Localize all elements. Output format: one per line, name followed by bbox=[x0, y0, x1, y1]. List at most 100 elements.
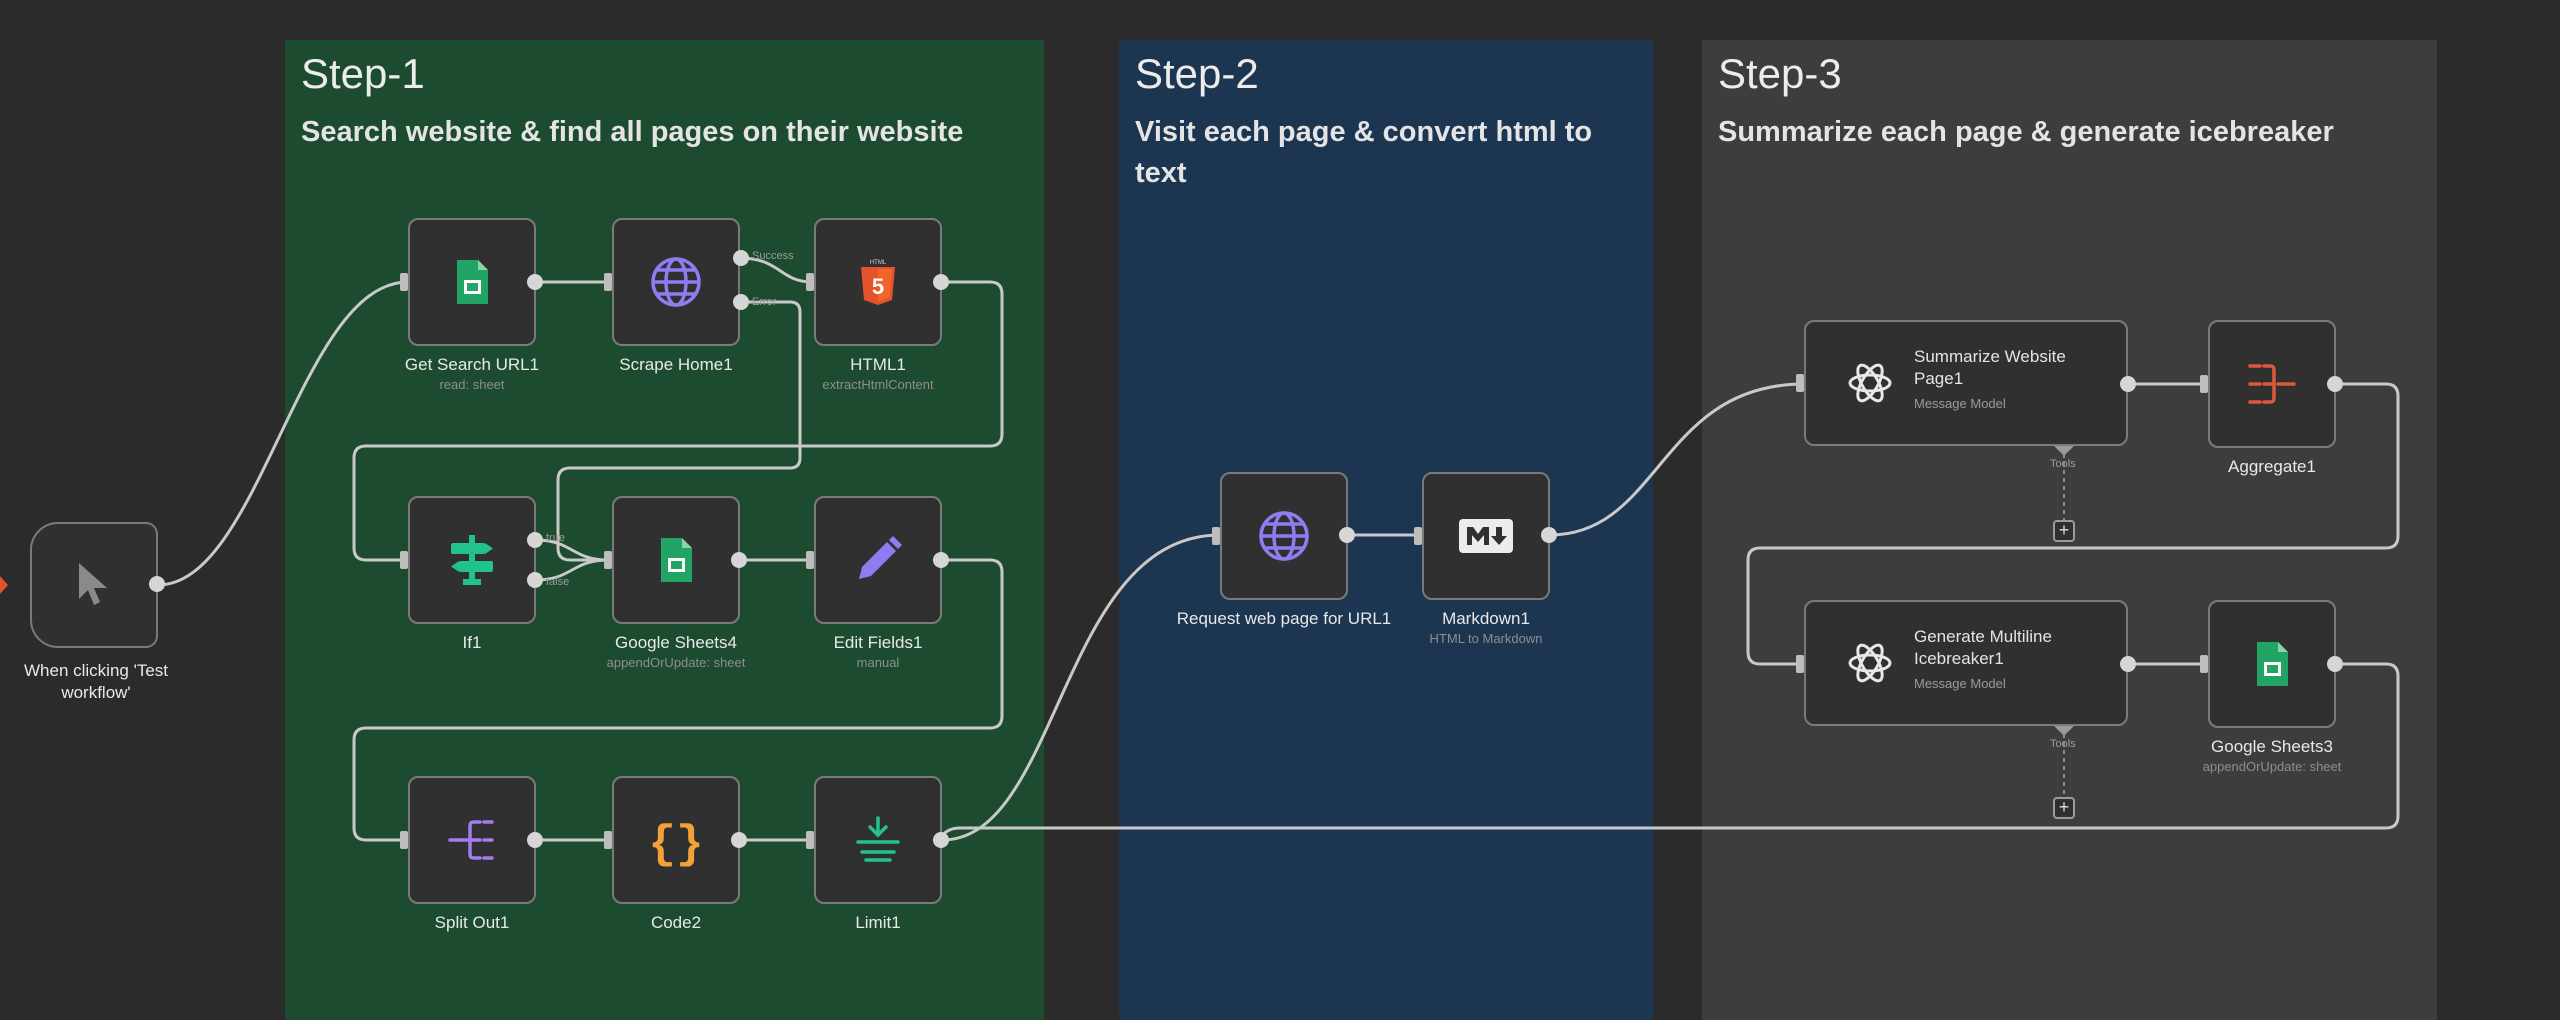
output-port[interactable] bbox=[933, 552, 949, 568]
node-name: Google Sheets4 bbox=[615, 633, 737, 652]
output-port-success[interactable] bbox=[733, 250, 749, 266]
step-1-title: Step-1 bbox=[301, 50, 425, 97]
node-aggregate1[interactable] bbox=[2208, 320, 2336, 448]
add-tool-button[interactable]: + bbox=[2053, 797, 2075, 819]
node-subtitle: HTML to Markdown bbox=[1429, 631, 1543, 646]
node-label-if1: If1 bbox=[462, 633, 482, 652]
node-label-google-sheets4: Google Sheets4 appendOrUpdate: sheet bbox=[566, 632, 786, 672]
node-code2[interactable]: {} bbox=[612, 776, 740, 904]
node-subtitle: appendOrUpdate: sheet bbox=[2202, 759, 2342, 774]
input-port[interactable] bbox=[806, 831, 814, 849]
node-label-limit1: Limit1 bbox=[855, 913, 901, 932]
node-limit1[interactable] bbox=[814, 776, 942, 904]
node-trigger[interactable] bbox=[30, 522, 158, 648]
output-port[interactable] bbox=[731, 832, 747, 848]
google-sheets-icon bbox=[661, 538, 692, 582]
node-summarize-website-page[interactable]: Summarize Website Page1 Message Model bbox=[1804, 320, 2128, 446]
step-1-description: Search website & find all pages on their… bbox=[301, 116, 964, 148]
node-label-split-out: Split Out1 bbox=[434, 913, 510, 932]
input-port[interactable] bbox=[2200, 375, 2208, 393]
node-label-markdown1: Markdown1 HTML to Markdown bbox=[1376, 608, 1596, 648]
pencil-icon bbox=[859, 536, 902, 579]
add-tool-button[interactable]: + bbox=[2053, 520, 2075, 542]
svg-text:5: 5 bbox=[872, 274, 884, 299]
output-port[interactable] bbox=[933, 274, 949, 290]
sticky-note-step-2[interactable]: Step-2 Visit each page & convert html to… bbox=[1119, 40, 1653, 1020]
input-port[interactable] bbox=[400, 551, 408, 569]
output-port[interactable] bbox=[149, 576, 165, 592]
node-label-scrape-home: Scrape Home1 bbox=[619, 355, 733, 374]
input-port[interactable] bbox=[1212, 527, 1220, 545]
step-3-title: Step-3 bbox=[1718, 50, 1842, 97]
output-port[interactable] bbox=[527, 832, 543, 848]
input-port[interactable] bbox=[1796, 655, 1804, 673]
node-label-code2: Code2 bbox=[650, 913, 702, 932]
input-port[interactable] bbox=[604, 551, 612, 569]
output-port[interactable] bbox=[1541, 527, 1557, 543]
node-name: Summarize Website Page1 bbox=[1914, 347, 2066, 388]
input-port[interactable] bbox=[604, 831, 612, 849]
node-subtitle: manual bbox=[856, 655, 900, 670]
if-icon bbox=[451, 535, 493, 585]
node-split-out[interactable] bbox=[408, 776, 536, 904]
input-port[interactable] bbox=[604, 273, 612, 291]
branch-label-success: Success bbox=[752, 250, 794, 262]
output-port[interactable] bbox=[933, 832, 949, 848]
node-subtitle: Message Model bbox=[1914, 676, 2006, 691]
output-port[interactable] bbox=[2120, 656, 2136, 672]
node-name: Edit Fields1 bbox=[833, 633, 923, 652]
code-braces-icon: {} bbox=[648, 819, 703, 867]
node-label-html1: HTML1 extractHtmlContent bbox=[768, 354, 988, 394]
node-if1[interactable] bbox=[408, 496, 536, 624]
input-port[interactable] bbox=[400, 273, 408, 291]
node-html1[interactable]: HTML 5 bbox=[814, 218, 942, 346]
node-label-trigger: When clicking 'Test workflow' bbox=[23, 661, 169, 702]
globe-icon bbox=[1259, 511, 1309, 561]
output-port-true[interactable] bbox=[527, 532, 543, 548]
output-port[interactable] bbox=[2327, 656, 2343, 672]
input-port[interactable] bbox=[806, 273, 814, 291]
html5-icon: HTML 5 bbox=[861, 260, 895, 305]
node-get-search-url[interactable] bbox=[408, 218, 536, 346]
node-name: Google Sheets3 bbox=[2211, 737, 2333, 756]
aggregate-icon bbox=[2248, 364, 2296, 404]
node-google-sheets4[interactable] bbox=[612, 496, 740, 624]
input-port[interactable] bbox=[806, 551, 814, 569]
input-port[interactable] bbox=[1796, 374, 1804, 392]
node-label-edit-fields: Edit Fields1 manual bbox=[778, 632, 978, 672]
globe-icon bbox=[651, 257, 701, 307]
tools-label: Tools bbox=[2050, 738, 2076, 750]
output-port-false[interactable] bbox=[527, 572, 543, 588]
branch-label-false: false bbox=[546, 576, 570, 588]
output-port[interactable] bbox=[527, 274, 543, 290]
output-port[interactable] bbox=[2327, 376, 2343, 392]
output-port-error[interactable] bbox=[733, 294, 749, 310]
branch-label-error: Error bbox=[752, 296, 777, 308]
output-port[interactable] bbox=[2120, 376, 2136, 392]
output-port[interactable] bbox=[1339, 527, 1355, 543]
input-port[interactable] bbox=[400, 831, 408, 849]
node-subtitle: appendOrUpdate: sheet bbox=[606, 655, 746, 670]
node-generate-multiline-icebreaker[interactable]: Generate Multiline Icebreaker1 Message M… bbox=[1804, 600, 2128, 726]
trigger-bolt-icon bbox=[0, 576, 8, 594]
google-sheets-icon bbox=[2257, 642, 2288, 686]
node-request-web-page[interactable] bbox=[1220, 472, 1348, 600]
node-scrape-home[interactable] bbox=[612, 218, 740, 346]
node-subtitle: extractHtmlContent bbox=[822, 377, 934, 392]
split-out-icon bbox=[448, 820, 494, 860]
step-2-title: Step-2 bbox=[1135, 50, 1259, 97]
input-port[interactable] bbox=[2200, 655, 2208, 673]
input-port[interactable] bbox=[1414, 527, 1422, 545]
node-name: Generate Multiline Icebreaker1 bbox=[1914, 627, 2052, 668]
node-edit-fields[interactable] bbox=[814, 496, 942, 624]
node-label-aggregate1: Aggregate1 bbox=[2228, 457, 2316, 476]
node-name: HTML1 bbox=[850, 355, 906, 374]
google-sheets-icon bbox=[457, 260, 488, 304]
output-port[interactable] bbox=[731, 552, 747, 568]
openai-icon bbox=[1848, 363, 1892, 403]
node-label-get-search-url: Get Search URL1 read: sheet bbox=[362, 354, 582, 394]
node-name: Get Search URL1 bbox=[404, 355, 540, 374]
node-markdown1[interactable] bbox=[1422, 472, 1550, 600]
limit-icon bbox=[856, 816, 900, 862]
node-google-sheets3[interactable] bbox=[2208, 600, 2336, 728]
